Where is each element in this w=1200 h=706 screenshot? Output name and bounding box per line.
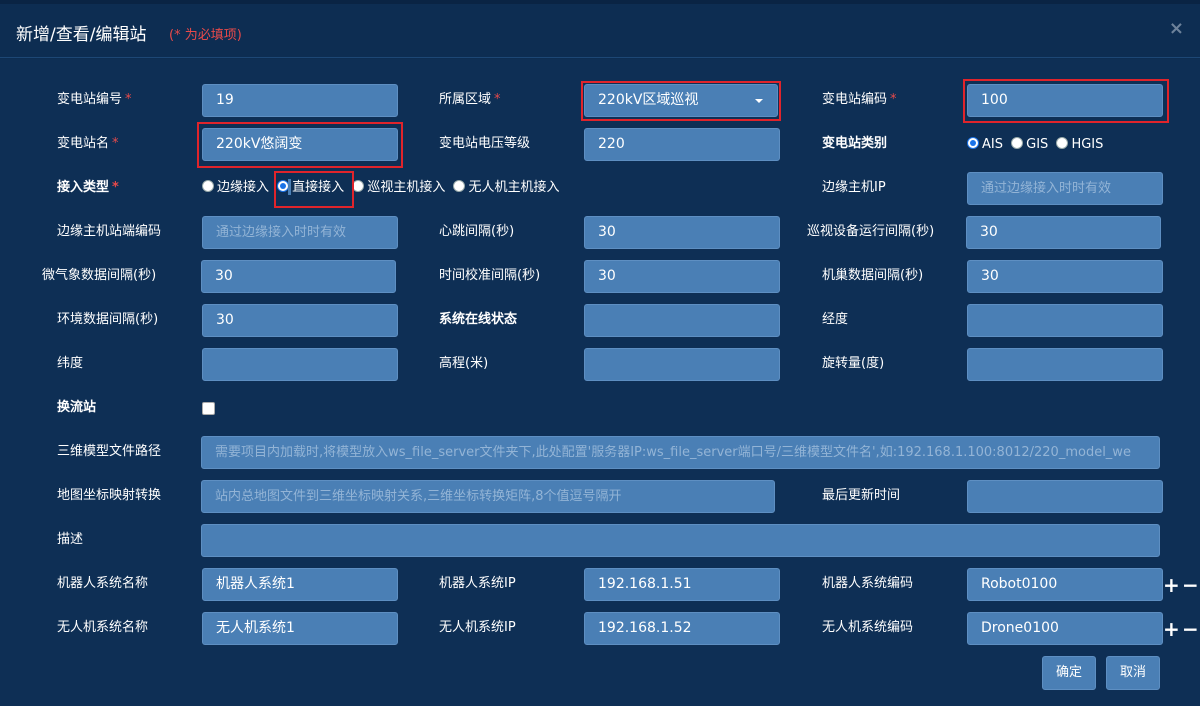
radio-icon xyxy=(453,180,466,192)
converter-label: 换流站 xyxy=(57,400,97,415)
radio-hgis[interactable]: HGIS xyxy=(1056,137,1103,152)
description-input[interactable] xyxy=(201,524,1160,557)
edge-host-code-label: 边缘主机站端编码 xyxy=(57,224,162,239)
robot-name-input[interactable]: 机器人系统1 xyxy=(202,568,398,601)
remove-icon[interactable]: − xyxy=(1182,575,1199,595)
radio-edge-access[interactable]: 边缘接入 xyxy=(202,180,269,195)
uav-name-label: 无人机系统名称 xyxy=(57,620,149,635)
remove-icon[interactable]: − xyxy=(1182,619,1199,639)
uav-ip-input[interactable]: 192.168.1.52 xyxy=(584,612,780,645)
latitude-input[interactable] xyxy=(202,348,398,381)
time-sync-label: 时间校准间隔(秒) xyxy=(439,268,541,283)
longitude-input[interactable] xyxy=(967,304,1163,337)
voltage-level-label: 变电站电压等级 xyxy=(439,136,531,151)
highlight-box xyxy=(274,171,354,208)
highlight-box xyxy=(197,122,403,168)
converter-checkbox[interactable] xyxy=(202,402,215,415)
env-interval-label: 环境数据间隔(秒) xyxy=(57,312,159,327)
heartbeat-label: 心跳间隔(秒) xyxy=(439,224,515,239)
altitude-input[interactable] xyxy=(584,348,780,381)
dialog-header: 新增/查看/编辑站 (* 为必填项) × xyxy=(0,4,1200,58)
uav-code-label: 无人机系统编码 xyxy=(822,620,914,635)
radio-gis[interactable]: GIS xyxy=(1011,137,1048,152)
station-type-label: 变电站类别 xyxy=(822,136,888,151)
uav-code-input[interactable]: Drone0100 xyxy=(967,612,1163,645)
highlight-box xyxy=(963,79,1169,123)
dialog-title: 新增/查看/编辑站 xyxy=(16,25,147,45)
area-label: 所属区域 * xyxy=(439,92,501,107)
online-status-label: 系统在线状态 xyxy=(439,312,518,327)
robot-code-label: 机器人系统编码 xyxy=(822,576,914,591)
highlight-box xyxy=(581,81,781,121)
rotation-label: 旋转量(度) xyxy=(822,356,885,371)
radio-selected-icon xyxy=(967,137,979,149)
uav-ip-label: 无人机系统IP xyxy=(439,620,516,635)
station-no-label: 变电站编号 * xyxy=(57,92,132,107)
latitude-label: 纬度 xyxy=(57,356,84,371)
edge-host-code-input[interactable]: 通过边缘接入时时有效 xyxy=(202,216,398,249)
time-sync-input[interactable]: 30 xyxy=(584,260,780,293)
confirm-button[interactable]: 确定 xyxy=(1042,656,1096,690)
model-path-label: 三维模型文件路径 xyxy=(57,444,162,459)
patrol-interval-input[interactable]: 30 xyxy=(966,216,1161,249)
access-type-label: 接入类型 * xyxy=(57,180,119,195)
robot-ip-label: 机器人系统IP xyxy=(439,576,516,591)
heartbeat-input[interactable]: 30 xyxy=(584,216,780,249)
rotation-input[interactable] xyxy=(967,348,1163,381)
last-update-input[interactable] xyxy=(967,480,1163,513)
model-path-input[interactable]: 需要项目内加载时,将模型放入ws_file_server文件夹下,此处配置'服务… xyxy=(201,436,1160,469)
robot-ip-input[interactable]: 192.168.1.51 xyxy=(584,568,780,601)
cluster-interval-label: 机巢数据间隔(秒) xyxy=(822,268,924,283)
longitude-label: 经度 xyxy=(822,312,849,327)
voltage-level-input[interactable]: 220 xyxy=(584,128,780,161)
radio-icon xyxy=(202,180,214,192)
edge-host-ip-input[interactable]: 通过边缘接入时时有效 xyxy=(967,172,1163,205)
robot-code-input[interactable]: Robot0100 xyxy=(967,568,1163,601)
map-transform-input[interactable]: 站内总地图文件到三维坐标映射关系,三维坐标转换矩阵,8个值逗号隔开 xyxy=(201,480,775,513)
radio-ais[interactable]: AIS xyxy=(967,137,1003,152)
station-no-input[interactable]: 19 xyxy=(202,84,398,117)
uav-name-input[interactable]: 无人机系统1 xyxy=(202,612,398,645)
env-interval-input[interactable]: 30 xyxy=(202,304,398,337)
robot-name-label: 机器人系统名称 xyxy=(57,576,149,591)
station-name-label: 变电站名 * xyxy=(57,136,119,151)
station-type-radio-group: AIS GIS HGIS xyxy=(967,137,1107,153)
description-label: 描述 xyxy=(57,532,84,547)
patrol-interval-label: 巡视设备运行间隔(秒) xyxy=(807,224,935,239)
cancel-button[interactable]: 取消 xyxy=(1106,656,1160,690)
edge-host-ip-label: 边缘主机IP xyxy=(822,180,886,195)
last-update-label: 最后更新时间 xyxy=(822,488,901,503)
station-code-label: 变电站编码 * xyxy=(822,92,897,107)
required-note: (* 为必填项) xyxy=(169,28,242,43)
add-icon[interactable]: + xyxy=(1163,575,1180,595)
radio-icon xyxy=(352,180,365,192)
online-status-input[interactable] xyxy=(584,304,780,337)
radio-uav-host-access[interactable]: 无人机主机接入 xyxy=(453,180,559,195)
map-transform-label: 地图坐标映射转换 xyxy=(57,488,162,503)
radio-icon xyxy=(1056,137,1069,149)
radio-icon xyxy=(1011,137,1024,149)
weather-interval-label: 微气象数据间隔(秒) xyxy=(42,268,157,283)
weather-interval-input[interactable]: 30 xyxy=(201,260,396,293)
altitude-label: 高程(米) xyxy=(439,356,489,371)
cluster-interval-input[interactable]: 30 xyxy=(967,260,1163,293)
radio-patrol-host-access[interactable]: 巡视主机接入 xyxy=(352,180,445,195)
access-type-radio-group: 边缘接入 直接接入 巡视主机接入 无人机主机接入 xyxy=(202,180,563,196)
add-icon[interactable]: + xyxy=(1163,619,1180,639)
close-icon[interactable]: × xyxy=(1169,18,1184,39)
